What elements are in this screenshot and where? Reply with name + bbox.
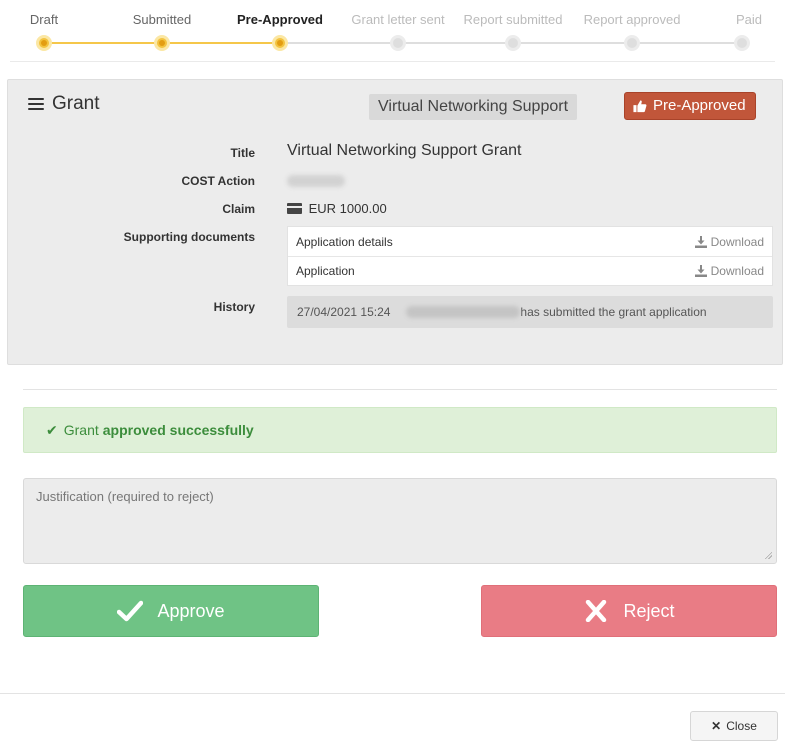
approve-button[interactable]: Approve bbox=[23, 585, 319, 637]
claim-amount: EUR 1000.00 bbox=[308, 201, 387, 216]
grant-panel: Grant Virtual Networking Support Pre-App… bbox=[7, 79, 783, 365]
title-value: Virtual Networking Support Grant bbox=[287, 142, 522, 159]
history-label: History bbox=[213, 300, 255, 314]
success-alert: ✔ Grant approved successfully bbox=[23, 407, 777, 453]
resize-handle-icon[interactable] bbox=[764, 551, 772, 559]
panel-title: Grant bbox=[28, 93, 100, 115]
status-badge-label: Pre-Approved bbox=[653, 97, 746, 114]
hamburger-menu-icon bbox=[28, 97, 44, 111]
close-icon: ✕ bbox=[711, 719, 722, 733]
thumbs-up-icon bbox=[633, 100, 647, 113]
history-entry: 27/04/2021 15:24 has submitted the grant… bbox=[287, 296, 773, 328]
step-dot bbox=[154, 35, 170, 51]
title-label: Title bbox=[230, 146, 255, 160]
progress-stepper: Draft Submitted Pre-Approved Grant lette… bbox=[10, 0, 775, 62]
download-link[interactable]: Download bbox=[694, 264, 764, 278]
step-dot bbox=[734, 35, 750, 51]
list-item: Application Download bbox=[288, 256, 772, 285]
close-icon bbox=[586, 600, 607, 622]
step-dot bbox=[624, 35, 640, 51]
status-badge: Pre-Approved bbox=[624, 92, 756, 120]
reject-label: Reject bbox=[623, 600, 675, 621]
alert-prefix: Grant bbox=[63, 422, 99, 438]
cost-action-value bbox=[287, 175, 345, 190]
download-link[interactable]: Download bbox=[694, 234, 764, 249]
claim-value: EUR 1000.00 bbox=[287, 201, 387, 216]
step-report-submitted: Report submitted bbox=[453, 0, 573, 60]
history-message: has submitted the grant application bbox=[520, 305, 707, 319]
document-name: Application bbox=[296, 264, 355, 278]
credit-card-icon bbox=[287, 203, 302, 214]
step-label: Paid bbox=[735, 12, 763, 27]
step-grant-letter-sent: Grant letter sent bbox=[338, 0, 458, 60]
justification-textarea[interactable] bbox=[23, 478, 777, 564]
step-submitted: Submitted bbox=[102, 0, 222, 60]
redacted-user bbox=[406, 306, 521, 318]
approve-label: Approve bbox=[157, 600, 225, 621]
step-dot bbox=[272, 35, 288, 51]
footer-divider bbox=[0, 693, 785, 694]
step-dot bbox=[36, 35, 52, 51]
step-pre-approved: Pre-Approved bbox=[220, 0, 340, 60]
step-dot bbox=[390, 35, 406, 51]
step-paid: Paid bbox=[682, 0, 785, 60]
claim-label: Claim bbox=[222, 202, 255, 216]
step-label: Report approved bbox=[583, 12, 681, 27]
step-dot bbox=[505, 35, 521, 51]
check-icon bbox=[117, 600, 144, 622]
step-label: Report submitted bbox=[463, 12, 563, 27]
redacted-value bbox=[287, 175, 345, 187]
documents-list: Application details Download Application… bbox=[287, 226, 773, 286]
step-label: Draft bbox=[29, 12, 59, 27]
grant-type-badge: Virtual Networking Support bbox=[369, 94, 578, 120]
reject-button[interactable]: Reject bbox=[481, 585, 777, 637]
alert-emphasis: approved successfully bbox=[102, 422, 254, 438]
download-icon bbox=[694, 265, 707, 277]
step-label: Pre-Approved bbox=[237, 12, 323, 27]
supporting-documents-label: Supporting documents bbox=[123, 230, 255, 244]
list-item: Application details Download bbox=[288, 227, 772, 256]
section-divider bbox=[23, 389, 777, 390]
close-label: Close bbox=[726, 719, 757, 733]
document-name: Application details bbox=[296, 234, 393, 249]
step-report-approved: Report approved bbox=[572, 0, 692, 60]
step-draft: Draft bbox=[0, 0, 104, 60]
cost-action-label: COST Action bbox=[181, 174, 255, 188]
panel-title-text: Grant bbox=[52, 93, 100, 114]
download-label: Download bbox=[710, 234, 764, 249]
checkmark-icon: ✔ bbox=[46, 421, 58, 438]
close-button[interactable]: ✕ Close bbox=[690, 711, 778, 741]
step-label: Grant letter sent bbox=[351, 12, 445, 27]
history-timestamp: 27/04/2021 15:24 bbox=[297, 305, 391, 319]
step-label: Submitted bbox=[132, 12, 192, 27]
download-icon bbox=[694, 235, 707, 248]
download-label: Download bbox=[710, 264, 764, 278]
